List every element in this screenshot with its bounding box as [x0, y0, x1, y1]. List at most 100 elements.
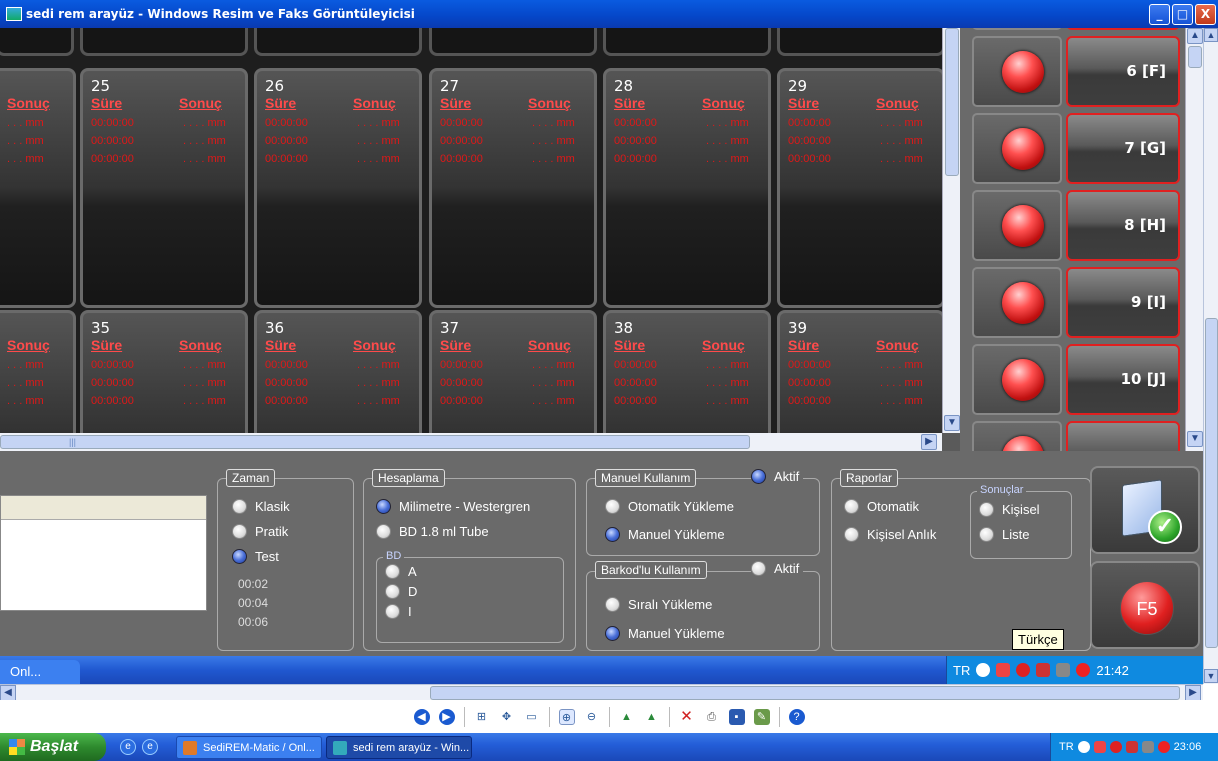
slot-button[interactable] — [1066, 28, 1180, 30]
radio-pratik[interactable]: Pratik — [232, 524, 288, 539]
radio-sonuc-kisisel[interactable]: Kişisel — [979, 502, 1040, 517]
inner-task-button[interactable]: Onl... — [0, 660, 80, 684]
tube-tile[interactable]: 26 Süre Sonuç 00:00:00 00:00:00 00:00:00… — [254, 68, 422, 308]
display-icon[interactable] — [1056, 663, 1071, 677]
scroll-up-icon[interactable]: ▲ — [1204, 28, 1218, 42]
scroll-right-icon[interactable]: ▶ — [1185, 685, 1201, 701]
actual-size-icon[interactable]: ✥ — [499, 709, 515, 725]
network-icon[interactable] — [996, 663, 1011, 677]
scroll-down-icon[interactable]: ▼ — [1187, 431, 1203, 447]
tube-tile[interactable]: 29 Süre Sonuç 00:00:00 00:00:00 00:00:00… — [777, 68, 945, 308]
previous-image-icon[interactable]: ◀ — [413, 708, 430, 725]
minimize-button[interactable]: _ — [1149, 3, 1170, 25]
app-tray-icon[interactable] — [1076, 663, 1091, 677]
tube-tile[interactable]: 38 Süre Sonuç 00:00:00 00:00:00 00:00:00… — [603, 310, 771, 433]
inner-taskbar: Onl... TR 21:42 — [0, 656, 1203, 684]
tile-result: . . . . mm — [183, 153, 226, 165]
scroll-thumb[interactable] — [1205, 318, 1218, 648]
open-for-editing-icon[interactable]: ✎ — [753, 708, 770, 725]
slot-button-8[interactable]: 8 [H] — [1066, 190, 1180, 261]
tube-tile[interactable]: Sonuç . . . mm . . . mm . . . mm — [0, 68, 76, 308]
taskbar-button-viewer[interactable]: sedi rem arayüz - Win... — [326, 736, 472, 759]
slot-button[interactable] — [1066, 421, 1180, 451]
tube-tile[interactable]: 39 Süre Sonuç 00:00:00 00:00:00 00:00:00… — [777, 310, 945, 433]
app-tray-icon[interactable] — [1157, 741, 1170, 753]
radio-rapor-otomatik[interactable]: Otomatik — [844, 499, 919, 514]
tube-tile[interactable]: 28 Süre Sonuç 00:00:00 00:00:00 00:00:00… — [603, 68, 771, 308]
arrow-icon[interactable] — [1077, 741, 1090, 753]
radio-test[interactable]: Test — [232, 549, 279, 564]
display-icon[interactable] — [1141, 741, 1154, 753]
scroll-up-icon[interactable]: ▲ — [1187, 28, 1203, 44]
confirm-report-button[interactable]: ✓ — [1090, 466, 1200, 554]
start-button[interactable]: Başlat — [0, 733, 106, 761]
rotate-clockwise-icon[interactable]: ▲ — [619, 709, 635, 725]
tube-tile[interactable]: 27 Süre Sonuç 00:00:00 00:00:00 00:00:00… — [429, 68, 597, 308]
scroll-right-icon[interactable]: ▶ — [921, 434, 937, 450]
tube-tile[interactable]: 35 Süre Sonuç 00:00:00 00:00:00 00:00:00… — [80, 310, 248, 433]
radio-barkod-manuel-yukleme[interactable]: Manuel Yükleme — [605, 626, 725, 641]
scroll-left-icon[interactable]: ◀ — [0, 685, 16, 701]
tile-result: . . . mm — [7, 377, 44, 389]
radio-bd-tube[interactable]: BD 1.8 ml Tube — [376, 524, 489, 539]
scroll-down-icon[interactable]: ▼ — [944, 415, 960, 431]
barkod-aktif-toggle[interactable]: Aktif — [751, 561, 804, 576]
radio-bd-i[interactable]: I — [385, 604, 412, 619]
f5-button[interactable]: F5 — [1090, 561, 1200, 649]
save-icon[interactable]: ▪ — [728, 708, 745, 725]
tube-tile[interactable]: 36 Süre Sonuç 00:00:00 00:00:00 00:00:00… — [254, 310, 422, 433]
close-button[interactable]: X — [1195, 3, 1216, 25]
help-icon[interactable]: ? — [788, 708, 805, 725]
taskbar-button-sedirem[interactable]: SediREM-Matic / Onl... — [176, 736, 322, 759]
rotate-counterclockwise-icon[interactable]: ▲ — [644, 709, 660, 725]
network-icon[interactable] — [1093, 741, 1106, 753]
scroll-thumb[interactable] — [430, 686, 1180, 700]
arrow-icon[interactable] — [976, 663, 991, 677]
tube-tile[interactable]: Sonuç . . . mm . . . mm . . . mm — [0, 310, 76, 433]
slot-panel-scrollbar[interactable]: ▲ ▼ — [1185, 28, 1203, 451]
best-fit-icon[interactable]: ⊞ — [474, 709, 490, 725]
slideshow-icon[interactable]: ▭ — [524, 709, 540, 725]
scroll-thumb[interactable] — [1188, 46, 1202, 68]
radio-bd-d[interactable]: D — [385, 584, 417, 599]
grid-horizontal-scrollbar[interactable]: ||| ▶ — [0, 433, 942, 451]
viewer-vertical-scrollbar[interactable]: ▲ ▼ — [1203, 28, 1218, 684]
zoom-out-icon[interactable]: ⊖ — [584, 709, 600, 725]
radio-bd-a[interactable]: A — [385, 564, 417, 579]
print-icon[interactable]: ⎙ — [704, 709, 720, 725]
language-indicator[interactable]: TR — [953, 663, 970, 678]
list-box[interactable] — [0, 495, 207, 611]
slot-button-10[interactable]: 10 [J] — [1066, 344, 1180, 415]
security-icon[interactable] — [1016, 663, 1031, 677]
tube-tile[interactable]: 25 Süre Sonuç 00:00:00 00:00:00 00:00:00… — [80, 68, 248, 308]
delete-icon[interactable]: ✕ — [679, 708, 695, 725]
antivirus-icon[interactable] — [1036, 663, 1051, 677]
slot-button-9[interactable]: 9 [I] — [1066, 267, 1180, 338]
zoom-in-icon[interactable]: ⊕ — [558, 708, 575, 725]
ie-icon[interactable]: e — [120, 739, 136, 755]
next-image-icon[interactable]: ▶ — [438, 708, 455, 725]
radio-milimetre[interactable]: Milimetre - Westergren — [376, 499, 530, 514]
radio-label: D — [408, 584, 418, 599]
tube-tile[interactable]: 37 Süre Sonuç 00:00:00 00:00:00 00:00:00… — [429, 310, 597, 433]
tile-time: 00:00:00 — [614, 153, 657, 165]
radio-klasik[interactable]: Klasik — [232, 499, 290, 514]
viewer-horizontal-scrollbar[interactable]: ◀ ▶ — [0, 684, 1203, 701]
scroll-down-icon[interactable]: ▼ — [1204, 669, 1218, 683]
scroll-thumb[interactable]: ||| — [0, 435, 750, 449]
antivirus-icon[interactable] — [1125, 741, 1138, 753]
security-icon[interactable] — [1109, 741, 1122, 753]
grid-vertical-scrollbar[interactable]: ▼ — [942, 28, 960, 433]
slot-button-6[interactable]: 6 [F] — [1066, 36, 1180, 107]
manuel-aktif-toggle[interactable]: Aktif — [751, 469, 804, 484]
radio-manuel-yukleme[interactable]: Manuel Yükleme — [605, 527, 725, 542]
radio-kisisel-anlik[interactable]: Kişisel Anlık — [844, 527, 936, 542]
scroll-thumb[interactable] — [945, 28, 959, 176]
maximize-button[interactable]: □ — [1172, 3, 1193, 25]
language-indicator[interactable]: TR — [1059, 741, 1074, 753]
radio-sirali-yukleme[interactable]: Sıralı Yükleme — [605, 597, 712, 612]
radio-otomatik-yukleme[interactable]: Otomatik Yükleme — [605, 499, 734, 514]
ie-icon[interactable]: e — [142, 739, 158, 755]
radio-sonuc-liste[interactable]: Liste — [979, 527, 1029, 542]
slot-button-7[interactable]: 7 [G] — [1066, 113, 1180, 184]
